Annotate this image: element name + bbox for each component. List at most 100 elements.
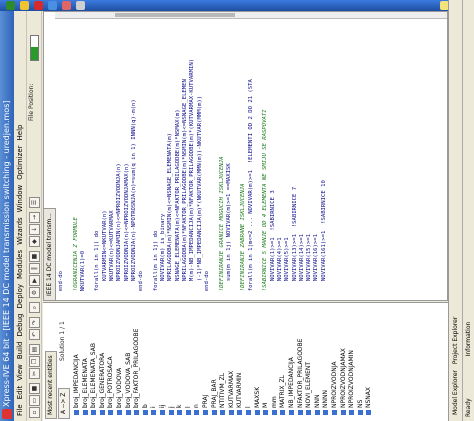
code-line[interactable]: NPROIZVODNJAMIN(n)<=NPROIZVODNJA(n) xyxy=(116,59,123,298)
entity-item[interactable]: l xyxy=(245,406,253,415)
options-icon[interactable]: ☰ xyxy=(29,197,40,208)
code-line[interactable]: !DEFINIRANJE GRANICE MOGUCIH ISKLJUCENJA xyxy=(219,59,226,298)
pause-icon[interactable]: ‖ xyxy=(29,263,40,274)
code-line[interactable]: NOVIVAR(16)>=1 xyxy=(313,59,320,298)
code-line[interactable] xyxy=(65,59,72,298)
menu-item-window[interactable]: Window xyxy=(16,185,24,213)
code-editor[interactable]: IEEE 14 DC model transm... end-do !OGRAN… xyxy=(43,11,448,301)
bottom-tab-model-explorer[interactable]: Model Explorer xyxy=(452,370,459,415)
explorer-icon[interactable] xyxy=(20,1,29,10)
entity-item[interactable]: broj_FAKTOR_PRILAGODBE xyxy=(133,329,141,415)
code-line[interactable]: forall(m in 1j) do xyxy=(153,59,160,298)
code-line[interactable]: KUTVARMIN<=NKUTVAR(n) xyxy=(102,59,109,298)
entity-item[interactable]: NNNN xyxy=(322,390,330,415)
find-icon[interactable]: ⌕ xyxy=(29,302,40,313)
code-line[interactable]: NPRILAGODBA(m)*NFAKTOR_PRILAGODBE(m)*NSM… xyxy=(182,59,189,298)
entity-item[interactable]: NFAKTOR_PRILAGODBE xyxy=(297,339,305,415)
menu-item-deploy[interactable]: Deploy xyxy=(16,284,24,309)
menu-item-optimizer[interactable]: Optimizer xyxy=(16,145,24,179)
code-line[interactable]: NKUTVAR(n)<=KUTVARMAX xyxy=(109,59,116,298)
entity-item[interactable]: KUTVARMIN xyxy=(236,373,244,415)
cut-icon[interactable]: ✂ xyxy=(29,368,40,379)
entity-item[interactable]: k xyxy=(176,405,184,415)
entity-item[interactable]: j xyxy=(168,406,176,415)
code-line[interactable] xyxy=(87,59,94,298)
entity-item[interactable]: PRAJ_BAR xyxy=(211,379,219,415)
bottom-tab-project-explorer[interactable]: Project Explorer xyxy=(452,317,459,364)
new-file-icon[interactable]: ▫ xyxy=(29,407,40,418)
menu-item-file[interactable]: File xyxy=(16,404,24,416)
code-line[interactable]: NPROIZVODNJA(n)-NPOTROSNJA(n)=sum(q in 1… xyxy=(131,59,138,298)
vertical-scrollbar[interactable] xyxy=(55,12,447,19)
undo-icon[interactable]: ↶ xyxy=(29,329,40,340)
entity-item[interactable]: M xyxy=(262,403,270,415)
app-taskbar-icon[interactable] xyxy=(62,1,71,10)
debug-icon[interactable]: ◆ xyxy=(29,236,40,247)
ie-icon[interactable] xyxy=(48,1,57,10)
code-line[interactable]: !OGRANICENJA Z FORMULE xyxy=(73,59,80,298)
browser-icon[interactable] xyxy=(34,1,43,10)
save-icon[interactable]: ■ xyxy=(29,383,40,394)
code-line[interactable]: end-do xyxy=(204,59,211,298)
entity-item[interactable]: NNN xyxy=(314,395,322,415)
entity-item[interactable]: NS xyxy=(357,400,365,415)
code-line[interactable]: forall(n in 1|) do xyxy=(94,59,101,298)
code-line[interactable]: NPRILAGODBA(m)*NSMIN(m)<=NSNAGE_ELEMENAT… xyxy=(167,59,174,298)
entity-item[interactable]: NOVI_ELEMENT xyxy=(305,362,313,415)
code-line[interactable] xyxy=(233,59,240,298)
open-file-icon[interactable]: ▭ xyxy=(29,395,40,406)
most-recent-entities-tab[interactable]: Most recent entities xyxy=(45,351,57,419)
code-line[interactable]: NOVIVAR(m) is_binary xyxy=(160,59,167,298)
entity-item[interactable]: broj_VODOVA_SAB xyxy=(125,353,133,415)
code-line[interactable]: NSNAGE_ELEMENATA(m)<=NFAKTOR_PRILAGODBE(… xyxy=(175,59,182,298)
entity-item[interactable]: NPROIZVODNJA xyxy=(331,362,339,415)
menu-item-view[interactable]: View xyxy=(16,364,24,381)
code-line[interactable]: NKUTVAR(1)=0 xyxy=(80,59,87,298)
entity-item[interactable]: NSNAX xyxy=(365,387,373,415)
entity-item[interactable]: MAXSK xyxy=(254,387,262,415)
code-line[interactable]: NOVIVAR(4)>=1 xyxy=(277,59,284,298)
stop-icon[interactable]: ■ xyxy=(29,251,40,262)
entity-item[interactable]: broj_ELEMENATA xyxy=(82,358,90,415)
entity-item[interactable]: PRAJ xyxy=(202,395,210,415)
code-text[interactable]: end-do !OGRANICENJA Z FORMULE NKUTVAR(1)… xyxy=(58,59,328,298)
code-line[interactable] xyxy=(146,59,153,298)
entity-item[interactable]: broj_GENERATORA xyxy=(99,353,107,415)
code-line[interactable]: !DEFINIRANJE ZABRANE ISKLJUCENJA xyxy=(240,59,247,298)
entity-item[interactable]: NTITIVM_ZL xyxy=(219,373,227,415)
entity-item[interactable]: i xyxy=(150,406,158,415)
editor-tab[interactable]: IEEE 14 DC model transm... xyxy=(44,208,56,300)
code-line[interactable]: forall(m in 1|m<=2 ... NOVIVAR(m)>=1 !EL… xyxy=(248,59,255,298)
entity-item[interactable]: MATRIX_ZL xyxy=(279,375,287,415)
code-line[interactable]: end-do xyxy=(138,59,145,298)
run-icon[interactable]: ▶ xyxy=(29,275,40,286)
code-line[interactable]: NOVIVAR(5)>=1 xyxy=(284,59,291,298)
entity-item[interactable]: broj_ELEMENATA_SAB xyxy=(90,343,98,415)
sort-button[interactable]: A --> Z xyxy=(58,387,70,419)
redo-icon[interactable]: ↷ xyxy=(29,317,40,328)
code-line[interactable]: sum(m in 1j) NOVIVAR(m)>=1 ==MAXISK xyxy=(226,59,233,298)
code-line[interactable]: M(m)-NB_IMPEDANCIJA(m)*NFAKTOR_PRILAGODB… xyxy=(189,59,196,298)
menu-item-help[interactable]: Help xyxy=(16,124,24,140)
menu-item-build[interactable]: Build xyxy=(16,342,24,360)
code-line[interactable]: NOVIVAR(161)>=1 !SABIRNICE 10 xyxy=(321,59,328,298)
start-icon[interactable] xyxy=(6,1,15,10)
entity-item[interactable]: NB_IMPEDANCIJA xyxy=(288,357,296,415)
code-line[interactable]: NOVIVAR(1)>=1 !SABIRNICE 3 xyxy=(270,59,277,298)
copy-icon[interactable]: ❐ xyxy=(29,356,40,367)
code-line[interactable]: NOVIVAR(13)>=1 !SABIRNICE 7 xyxy=(292,59,299,298)
entity-item[interactable]: n xyxy=(193,404,201,415)
code-line[interactable]: (-1)*NB_IMPEDANCIJA(m)*(NKUTVAR(MMN(m))-… xyxy=(197,59,204,298)
menu-item-modules[interactable]: Modules xyxy=(16,250,24,279)
paste-icon[interactable]: ▤ xyxy=(29,344,40,355)
code-line[interactable]: NOVIVAR(15)>=1 xyxy=(306,59,313,298)
code-line[interactable]: NPROIZVODNJA(n)<=NPROIZVODNJAMAX(n) xyxy=(124,59,131,298)
scrollbar-thumb[interactable] xyxy=(115,13,235,17)
compile-icon[interactable]: ⚙ xyxy=(29,287,40,298)
step-icon[interactable]: ↓ xyxy=(29,224,40,235)
entity-item[interactable]: broj_IMPEDANCIJA xyxy=(73,354,81,415)
entity-item[interactable]: NPROIZVODNJAMIN xyxy=(348,350,356,415)
entity-item[interactable]: NPROIZVODNJAMAX xyxy=(340,348,348,415)
code-line[interactable]: end-do xyxy=(58,59,65,298)
entity-item[interactable]: ij xyxy=(159,405,167,415)
